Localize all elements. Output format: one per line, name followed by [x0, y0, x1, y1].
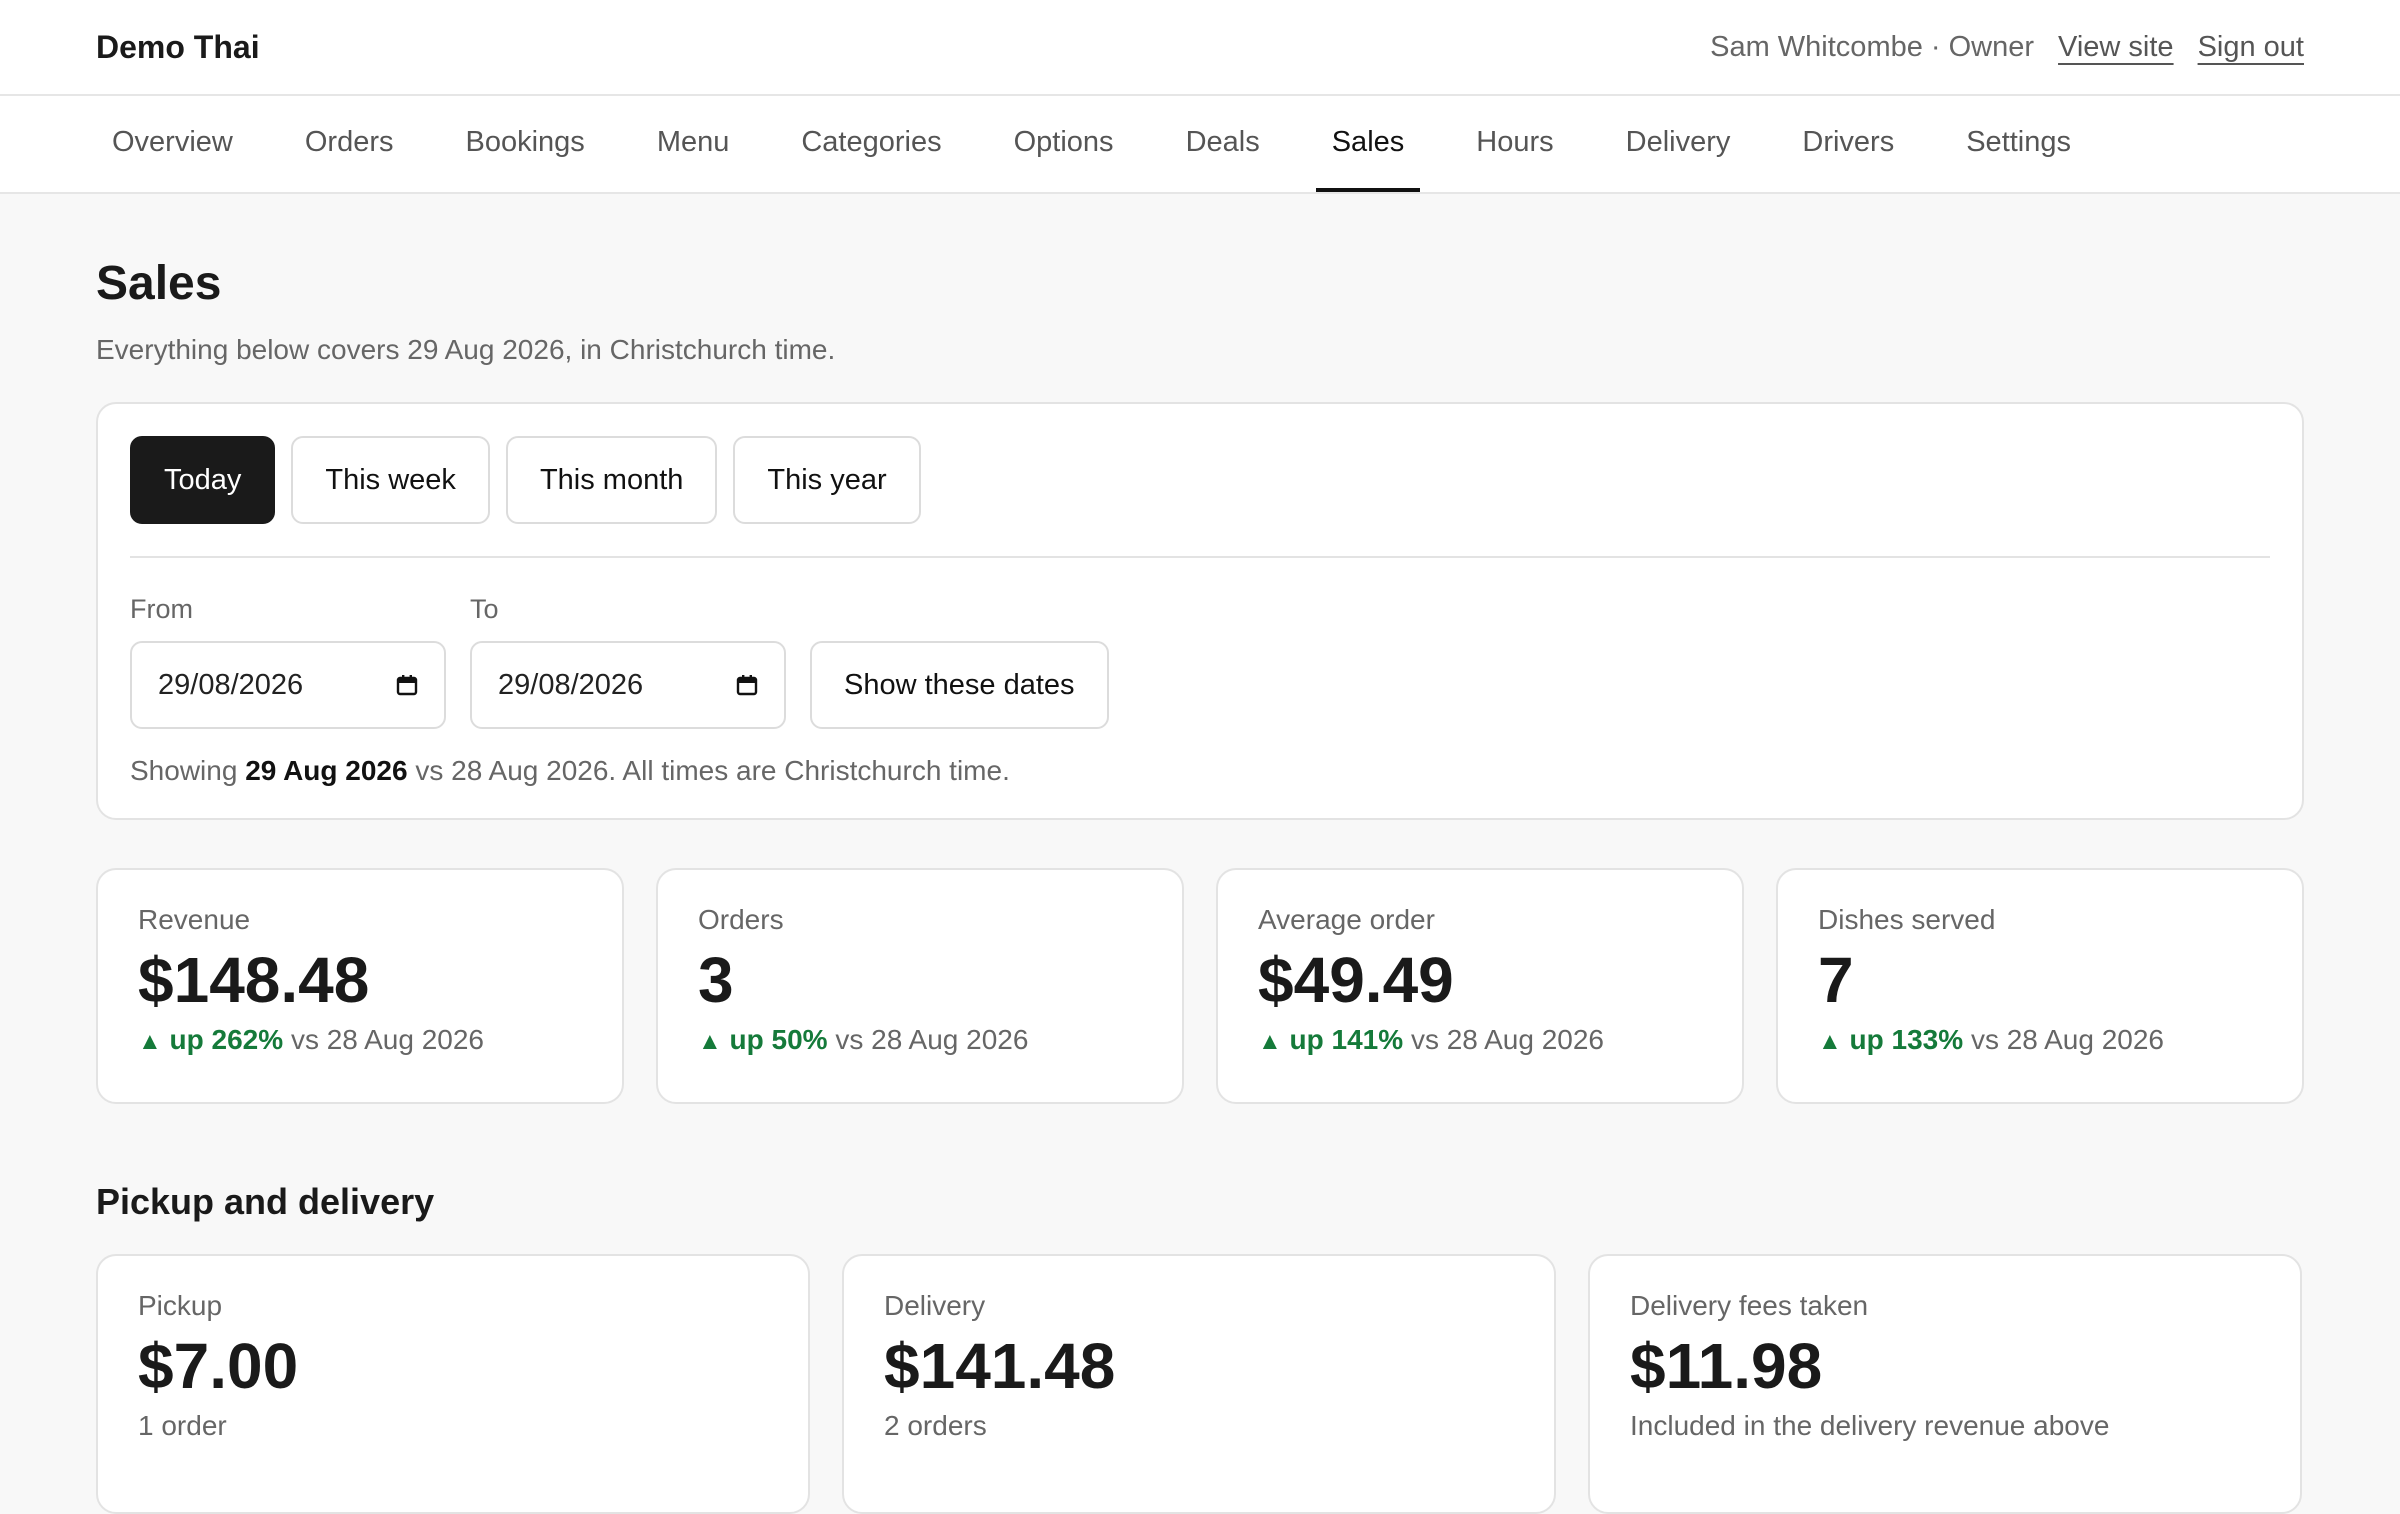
from-date-value: 29/08/2026	[158, 668, 304, 701]
page-title: Sales	[96, 257, 222, 310]
preset-today-button[interactable]: Today	[130, 436, 276, 524]
up-arrow-icon: ▲	[1818, 1027, 1842, 1055]
tab-menu[interactable]: Menu	[641, 96, 746, 192]
stat-label: Pickup	[138, 1290, 223, 1321]
sign-out-link[interactable]: Sign out	[2198, 31, 2304, 64]
stat-trend: ▲ up 262% vs 28 Aug 2026	[138, 1024, 582, 1056]
stat-change: up 50%	[729, 1023, 828, 1055]
tab-orders[interactable]: Orders	[289, 96, 410, 192]
from-date-input[interactable]: 29/08/2026	[130, 641, 446, 729]
divider	[130, 556, 2270, 558]
stat-trend: ▲ up 133% vs 28 Aug 2026	[1818, 1024, 2262, 1056]
stat-note: 2 orders	[884, 1409, 987, 1441]
to-label: To	[470, 594, 499, 624]
delivery-card: Delivery $141.48 2 orders	[842, 1254, 1556, 1514]
calendar-icon[interactable]	[396, 674, 418, 696]
showing-prefix: Showing	[130, 755, 238, 786]
tab-hours[interactable]: Hours	[1460, 96, 1569, 192]
from-field: From 29/08/2026	[130, 594, 446, 729]
tab-overview[interactable]: Overview	[96, 96, 249, 192]
preset-this-week-button[interactable]: This week	[291, 436, 490, 524]
tab-categories[interactable]: Categories	[785, 96, 957, 192]
preset-buttons: Today This week This month This year	[130, 436, 2270, 524]
stat-value: 7	[1818, 944, 1854, 1016]
stat-value: 3	[698, 944, 734, 1016]
stat-label: Delivery fees taken	[1630, 1290, 1869, 1321]
tab-drivers[interactable]: Drivers	[1786, 96, 1910, 192]
stat-note: 1 order	[138, 1409, 227, 1441]
account-area: Sam Whitcombe · Owner View site Sign out	[1710, 31, 2304, 64]
summary-stats: Revenue $148.48 ▲ up 262% vs 28 Aug 2026…	[96, 868, 2304, 1104]
calendar-icon[interactable]	[736, 674, 758, 696]
dishes-served-card: Dishes served 7 ▲ up 133% vs 28 Aug 2026	[1776, 868, 2304, 1104]
stat-change: up 133%	[1849, 1023, 1964, 1055]
date-range-card: Today This week This month This year Fro…	[96, 402, 2304, 820]
app-title: Demo Thai	[96, 28, 260, 65]
main-content: Sales Everything below covers 29 Aug 202…	[0, 260, 2400, 1514]
stat-value: $141.48	[884, 1330, 1116, 1402]
section-heading: Pickup and delivery	[96, 1181, 435, 1222]
stat-change: up 141%	[1289, 1023, 1404, 1055]
stat-value: $11.98	[1630, 1330, 1823, 1402]
showing-suffix: vs 28 Aug 2026. All times are Christchur…	[415, 755, 1010, 786]
showing-date: 29 Aug 2026	[245, 755, 408, 786]
up-arrow-icon: ▲	[698, 1027, 722, 1055]
user-label: Sam Whitcombe · Owner	[1710, 30, 2035, 63]
stat-compare: vs 28 Aug 2026	[1410, 1023, 1604, 1055]
main-nav: Overview Orders Bookings Menu Categories…	[0, 96, 2400, 194]
stat-change: up 262%	[169, 1023, 284, 1055]
to-field: To 29/08/2026	[470, 594, 786, 729]
tab-sales[interactable]: Sales	[1315, 96, 1421, 192]
stat-trend: ▲ up 141% vs 28 Aug 2026	[1258, 1024, 1702, 1056]
from-label: From	[130, 594, 193, 624]
view-site-link[interactable]: View site	[2058, 31, 2174, 64]
stat-compare: vs 28 Aug 2026	[290, 1023, 484, 1055]
stat-note: Included in the delivery revenue above	[1630, 1409, 2110, 1441]
stat-value: $7.00	[138, 1330, 299, 1402]
stat-label: Delivery	[884, 1290, 986, 1321]
stat-label: Orders	[698, 904, 784, 935]
tab-deals[interactable]: Deals	[1170, 96, 1276, 192]
stat-label: Dishes served	[1818, 904, 1996, 935]
pickup-card: Pickup $7.00 1 order	[96, 1254, 810, 1514]
stat-trend: ▲ up 50% vs 28 Aug 2026	[698, 1024, 1142, 1056]
stat-label: Average order	[1258, 904, 1435, 935]
stat-label: Revenue	[138, 904, 251, 935]
tab-delivery[interactable]: Delivery	[1610, 96, 1747, 192]
stat-value: $49.49	[1258, 944, 1454, 1016]
preset-this-year-button[interactable]: This year	[733, 436, 921, 524]
stat-value: $148.48	[138, 944, 370, 1016]
tab-bookings[interactable]: Bookings	[450, 96, 601, 192]
top-bar: Demo Thai Sam Whitcombe · Owner View sit…	[0, 0, 2400, 96]
show-dates-button[interactable]: Show these dates	[810, 641, 1109, 729]
date-range-row: From 29/08/2026 To 29/08/2026 Show these…	[130, 594, 2270, 729]
up-arrow-icon: ▲	[1258, 1027, 1282, 1055]
showing-summary: Showing 29 Aug 2026 vs 28 Aug 2026. All …	[130, 755, 2270, 787]
page-subtitle: Everything below covers 29 Aug 2026, in …	[96, 334, 836, 365]
to-date-input[interactable]: 29/08/2026	[470, 641, 786, 729]
revenue-card: Revenue $148.48 ▲ up 262% vs 28 Aug 2026	[96, 868, 624, 1104]
orders-card: Orders 3 ▲ up 50% vs 28 Aug 2026	[656, 868, 1184, 1104]
stat-compare: vs 28 Aug 2026	[835, 1023, 1029, 1055]
average-order-card: Average order $49.49 ▲ up 141% vs 28 Aug…	[1216, 868, 1744, 1104]
tab-options[interactable]: Options	[998, 96, 1130, 192]
pickup-delivery-stats: Pickup $7.00 1 order Delivery $141.48 2 …	[96, 1254, 2304, 1514]
to-date-value: 29/08/2026	[498, 668, 644, 701]
tab-settings[interactable]: Settings	[1950, 96, 2087, 192]
up-arrow-icon: ▲	[138, 1027, 162, 1055]
preset-this-month-button[interactable]: This month	[505, 436, 718, 524]
stat-compare: vs 28 Aug 2026	[1970, 1023, 2164, 1055]
delivery-fees-card: Delivery fees taken $11.98 Included in t…	[1588, 1254, 2302, 1514]
